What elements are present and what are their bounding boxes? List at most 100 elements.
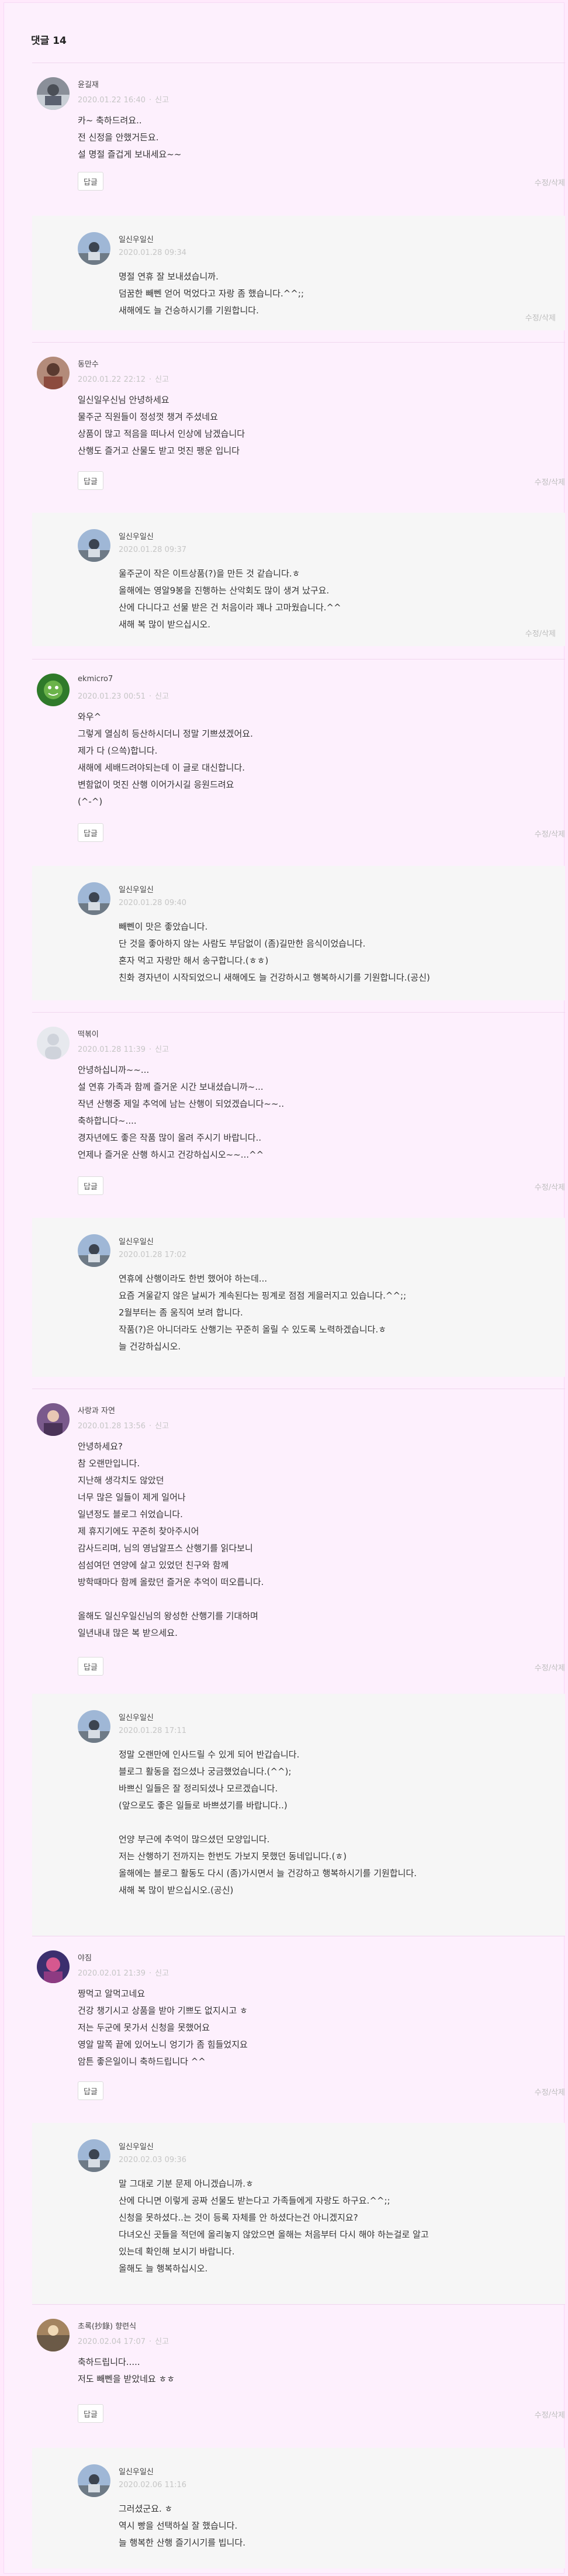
reply-button[interactable]: 답글 (78, 2081, 103, 2100)
comment-line: 건강 챙기시고 상품을 받아 기쁘도 없지시고 ㅎ (78, 2005, 248, 2016)
edit-link[interactable]: 수정 (535, 2411, 549, 2420)
reply-button[interactable]: 답글 (78, 823, 103, 842)
reply-author[interactable]: 일신우일신 (119, 1235, 154, 1246)
reply-button[interactable]: 답글 (78, 471, 103, 490)
avatar[interactable] (78, 1234, 110, 1267)
reply-button[interactable]: 답글 (78, 2404, 103, 2423)
avatar[interactable] (37, 77, 70, 110)
avatar[interactable] (37, 1950, 70, 1983)
edit-delete-links: 수정/삭제 (534, 478, 565, 487)
delete-link[interactable]: 삭제 (542, 630, 556, 638)
delete-link[interactable]: 삭제 (551, 830, 565, 839)
reply-author[interactable]: 일신우일신 (119, 2465, 154, 2477)
report-link[interactable]: 신고 (155, 1969, 169, 1978)
avatar[interactable] (78, 2464, 110, 2497)
edit-delete-links: 수정/삭제 (534, 179, 565, 188)
reply-line: 명절 연휴 잘 보내셨습니까. (119, 271, 219, 282)
reply-line: 새해 복 많이 받으십시오.(공신) (119, 1885, 234, 1895)
reply-author[interactable]: 일신우일신 (119, 530, 154, 541)
comment-item: 초록(抄錄) 향련식 2020.02.04 17:07 · 신고 축하드립니다...… (32, 2304, 565, 2448)
reply-item: 일신우일신 2020.02.06 11:16 그러셨군요. ㅎ 역시 빵을 선택… (32, 2448, 565, 2568)
edit-link[interactable]: 수정 (535, 2088, 549, 2097)
reply-author[interactable]: 일신우일신 (119, 1711, 154, 1722)
reply-item: 일신우일신 2020.01.28 17:02 연휴에 산행이라도 한번 했어야 … (32, 1218, 565, 1377)
delete-link[interactable]: 삭제 (551, 478, 565, 487)
avatar[interactable] (78, 1710, 110, 1743)
avatar[interactable] (37, 674, 70, 706)
comment-line: 지난해 생각치도 않았던 (78, 1475, 164, 1486)
report-link[interactable]: 신고 (155, 1422, 169, 1431)
report-link[interactable]: 신고 (155, 375, 169, 384)
avatar[interactable] (37, 357, 70, 389)
comment-body: 일신일우신님 안녕하세요 물주군 직원들이 정성껏 챙겨 주셨네요 상품이 많고… (78, 392, 545, 460)
delete-link[interactable]: 삭제 (551, 2411, 565, 2420)
edit-link[interactable]: 수정 (525, 630, 539, 638)
comment-meta: 2020.02.04 17:07 · 신고 (78, 2337, 169, 2346)
edit-link[interactable]: 수정 (535, 1664, 549, 1673)
comment-body: 안녕하십니까~~... 설 연휴 가족과 함께 즐거운 시간 보내셨습니까~..… (78, 1062, 545, 1163)
reply-button[interactable]: 답글 (78, 1657, 103, 1676)
comment-line: 축하합니다~.... (78, 1116, 137, 1126)
comment-author[interactable]: ekmicro7 (78, 675, 113, 683)
delete-link[interactable]: 삭제 (551, 2088, 565, 2097)
edit-delete-links: 수정/삭제 (534, 1664, 565, 1673)
delete-link[interactable]: 삭제 (542, 314, 556, 323)
comment-item: 윤길재 2020.01.22 16:40 · 신고 카~ 축하드려요.. 전 신정을… (32, 63, 565, 216)
report-link[interactable]: 신고 (155, 2337, 169, 2346)
edit-link[interactable]: 수정 (535, 830, 549, 839)
comment-line: 참 오랜만입니다. (78, 1458, 140, 1469)
comment-line: 저도 빼뻰을 받았네요 ㅎㅎ (78, 2374, 175, 2384)
reply-date: 2020.01.28 17:11 (119, 1726, 187, 1735)
delete-link[interactable]: 삭제 (551, 1664, 565, 1673)
delete-link[interactable]: 삭제 (551, 1183, 565, 1192)
comment-item: 사랑과 자연 2020.01.28 13:56 · 신고 안녕하세요? 참 오랜만입… (32, 1389, 565, 1694)
comment-line: 올해도 일신우일신님의 왕성한 산행기를 기대하며 (78, 1611, 258, 1621)
comment-line: 일년정도 블로그 쉬었습니다. (78, 1509, 183, 1520)
comment-author[interactable]: 떡볶이 (78, 1028, 99, 1039)
avatar[interactable] (78, 2139, 110, 2172)
comment-line: 일신일우신님 안녕하세요 (78, 395, 169, 405)
edit-link[interactable]: 수정 (525, 314, 539, 323)
comment-line: 상품이 많고 적음을 떠나서 인상에 남겠습니다 (78, 429, 245, 439)
comment-meta: 2020.01.22 16:40 · 신고 (78, 96, 169, 105)
comment-body: 축하드립니다..... 저도 빼뻰을 받았네요 ㅎㅎ (78, 2354, 545, 2388)
report-link[interactable]: 신고 (155, 96, 169, 105)
reply-line: 올해도 늘 행복하십시오. (119, 2263, 208, 2274)
report-link[interactable]: 신고 (155, 692, 169, 701)
avatar[interactable] (37, 1027, 70, 1059)
comment-line (78, 1591, 545, 1608)
comment-line: 새해에 세배드려야되는데 이 글로 대신합니다. (78, 762, 245, 773)
reply-line: 산에 다니다고 선물 받은 건 처음이라 꽤나 고마웠습니다.^^ (119, 602, 341, 613)
edit-delete-links: 수정/삭제 (525, 630, 556, 638)
comment-author[interactable]: 야짐 (78, 1952, 92, 1963)
avatar[interactable] (78, 882, 110, 915)
reply-author[interactable]: 일신우일신 (119, 233, 154, 244)
comment-item: ekmicro7 2020.01.23 00:51 · 신고 와우^ 그렇게 열심히… (32, 659, 565, 866)
comment-line: 감사드리며, 님의 영남알프스 산행기를 읽다보니 (78, 1543, 253, 1553)
comment-line: 설 명절 즐겁게 보내세요~~ (78, 149, 182, 160)
reply-author[interactable]: 일신우일신 (119, 883, 154, 895)
reply-line: 2월부터는 좀 움직여 보려 합니다. (119, 1307, 243, 1318)
reply-button[interactable]: 답글 (78, 1176, 103, 1195)
avatar[interactable] (37, 1403, 70, 1436)
avatar[interactable] (78, 232, 110, 265)
edit-link[interactable]: 수정 (535, 478, 549, 487)
reply-date: 2020.01.28 09:34 (119, 248, 187, 257)
reply-line: 역시 빵을 선택하실 잘 했습니다. (119, 2520, 238, 2531)
reply-line: (앞으로도 좋은 일들로 바쁘셨기를 바랍니다..) (119, 1800, 288, 1811)
reply-line: 연휴에 산행이라도 한번 했어야 하는데... (119, 1273, 268, 1284)
reply-button[interactable]: 답글 (78, 172, 103, 191)
comment-author[interactable]: 초록(抄錄) 향련식 (78, 2320, 136, 2331)
delete-link[interactable]: 삭제 (551, 179, 565, 188)
edit-link[interactable]: 수정 (535, 179, 549, 188)
edit-link[interactable]: 수정 (535, 1183, 549, 1192)
avatar[interactable] (37, 2319, 70, 2351)
reply-author[interactable]: 일신우일신 (119, 2140, 154, 2152)
comment-author[interactable]: 윤길재 (78, 78, 99, 89)
report-link[interactable]: 신고 (155, 1045, 169, 1054)
comment-author[interactable]: 동만수 (78, 358, 99, 369)
comment-line: 안녕하세요? (78, 1441, 123, 1452)
edit-delete-links: 수정/삭제 (525, 314, 556, 323)
avatar[interactable] (78, 529, 110, 562)
comment-author[interactable]: 사랑과 자연 (78, 1404, 115, 1415)
